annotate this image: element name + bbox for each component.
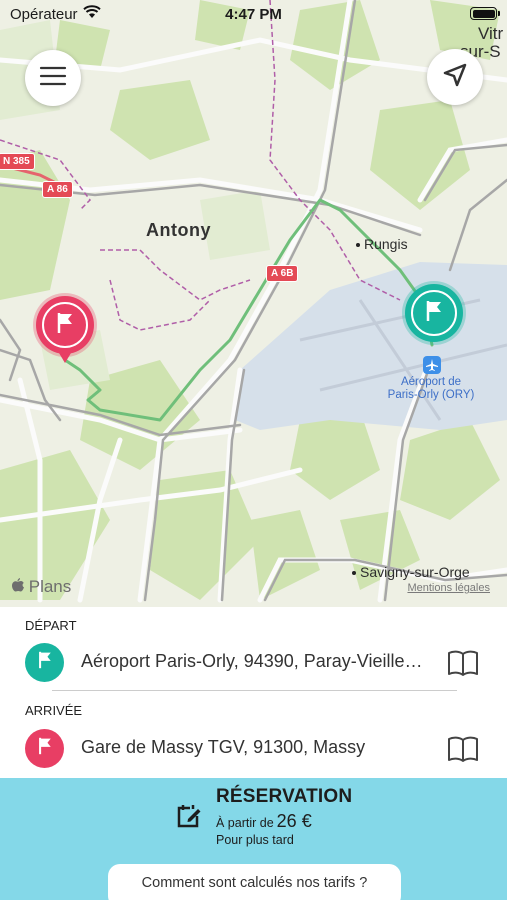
status-bar: Opérateur 4:47 PM bbox=[0, 0, 507, 28]
arrival-row[interactable]: Gare de Massy TGV, 91300, Massy bbox=[0, 720, 507, 776]
map-view[interactable]: Antony Rungis Savigny-sur-Orge Vitr sur-… bbox=[0, 0, 507, 607]
departure-flag-badge bbox=[25, 643, 64, 682]
road-badge-a6b: A 6B bbox=[266, 265, 299, 282]
menu-icon bbox=[39, 65, 67, 92]
locate-me-button[interactable] bbox=[427, 49, 483, 105]
road-badge-a86: A 86 bbox=[42, 181, 73, 198]
arrival-flag-badge bbox=[25, 729, 64, 768]
arrival-address: Gare de Massy TGV, 91300, Massy bbox=[81, 737, 366, 757]
book-icon[interactable] bbox=[447, 735, 479, 768]
battery-icon bbox=[470, 7, 500, 20]
destination-pin[interactable] bbox=[36, 296, 94, 363]
origin-pin-inner bbox=[411, 290, 457, 336]
map-label-airport: Aéroport de Paris-Orly (ORY) bbox=[380, 376, 482, 402]
destination-pin-inner bbox=[42, 302, 88, 348]
map-label-antony: Antony bbox=[146, 220, 211, 240]
tariff-info-button[interactable]: Comment sont calculés nos tarifs ? bbox=[108, 864, 401, 900]
flag-icon bbox=[54, 311, 76, 340]
airport-label-line2: Paris-Orly (ORY) bbox=[387, 389, 475, 401]
departure-address: Aéroport Paris-Orly, 94390, Paray-Vieill… bbox=[81, 651, 426, 671]
road-badge-n385: N 385 bbox=[0, 153, 35, 170]
apple-plans-text: Plans bbox=[28, 577, 72, 596]
arrival-label: ARRIVÉE bbox=[25, 703, 83, 718]
screen: Antony Rungis Savigny-sur-Orge Vitr sur-… bbox=[0, 0, 507, 900]
airport-label-line1: Aéroport de bbox=[400, 376, 462, 388]
flag-icon bbox=[36, 736, 54, 761]
legal-notice-link[interactable]: Mentions légales bbox=[407, 582, 490, 594]
departure-row[interactable]: Aéroport Paris-Orly, 94390, Paray-Vieill… bbox=[0, 634, 507, 690]
flag-icon bbox=[36, 650, 54, 675]
calendar-edit-icon bbox=[176, 803, 202, 834]
menu-button[interactable] bbox=[25, 50, 81, 106]
price-value: 26 € bbox=[276, 811, 312, 831]
origin-pin[interactable] bbox=[405, 284, 463, 342]
price-prefix: À partir de bbox=[216, 816, 274, 830]
apple-logo-icon bbox=[12, 577, 29, 596]
apple-plans-attribution: Plans bbox=[12, 577, 71, 597]
clock: 4:47 PM bbox=[225, 6, 282, 23]
departure-label: DÉPART bbox=[25, 618, 77, 633]
route-divider bbox=[52, 690, 457, 691]
map-label-rungis: Rungis bbox=[356, 236, 408, 252]
reservation-price-line: À partir de 26 € bbox=[216, 811, 312, 832]
reservation-subtitle: Pour plus tard bbox=[216, 833, 294, 847]
flag-icon bbox=[423, 299, 445, 328]
book-icon[interactable] bbox=[447, 649, 479, 682]
location-arrow-icon bbox=[442, 62, 468, 93]
reservation-title: RÉSERVATION bbox=[216, 786, 353, 807]
map-label-savigny: Savigny-sur-Orge bbox=[352, 564, 470, 580]
